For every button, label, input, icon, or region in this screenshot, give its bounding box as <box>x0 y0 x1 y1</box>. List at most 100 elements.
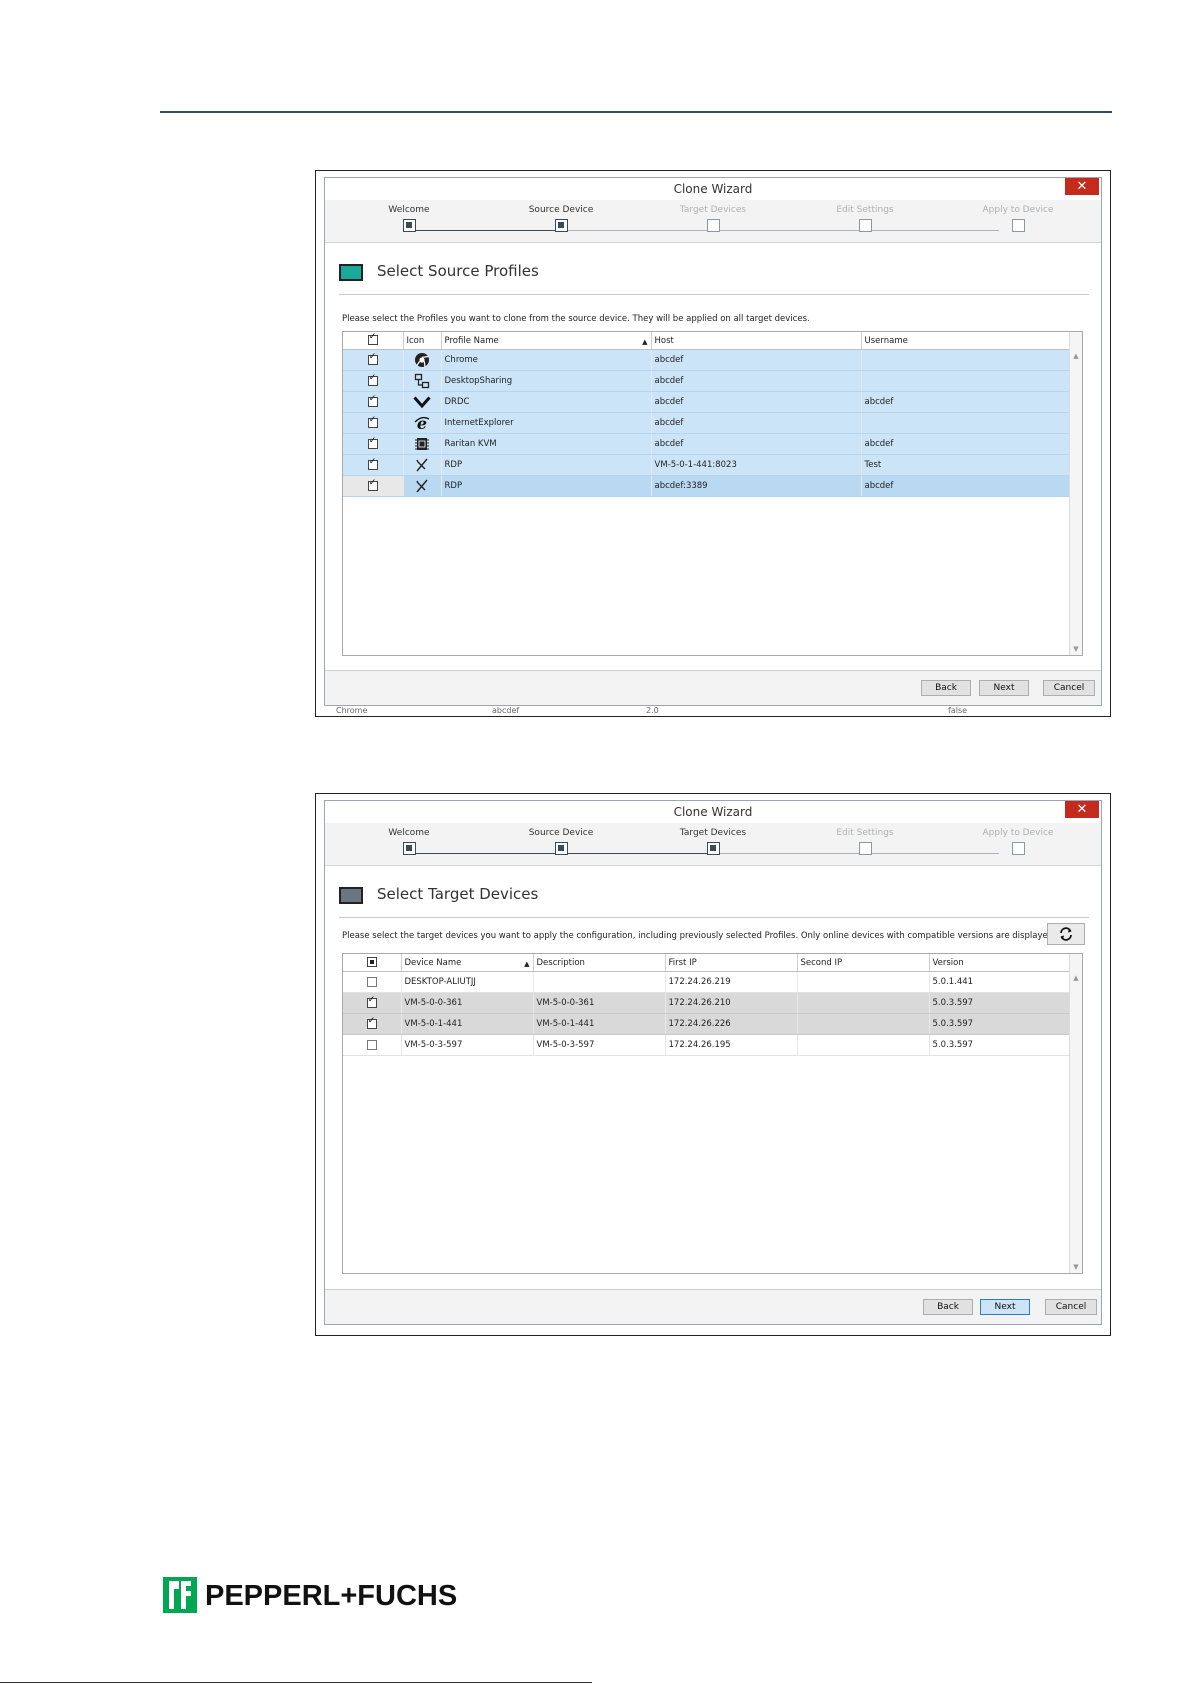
profile-username <box>861 349 1070 371</box>
title-bar: Clone Wizard ✕ <box>325 801 1101 823</box>
page-bottom-rule <box>0 1682 592 1683</box>
profile-username: abcdef <box>861 391 1070 413</box>
row-checkbox[interactable] <box>366 976 377 987</box>
step-marker <box>554 219 568 232</box>
row-checkbox[interactable] <box>367 478 378 491</box>
device-version: 5.0.3.597 <box>929 1013 1070 1035</box>
column-header-username[interactable]: Username <box>861 332 1070 350</box>
profile-name: Raritan KVM <box>441 433 652 455</box>
profile-username: abcdef <box>861 475 1070 497</box>
device-name: VM-5-0-1-441 <box>401 1013 534 1035</box>
profile-name: RDP <box>441 475 652 497</box>
profile-name: DRDC <box>441 391 652 413</box>
select-all-checkbox-header[interactable] <box>343 332 404 350</box>
device-name: VM-5-0-0-361 <box>401 992 534 1014</box>
table-row[interactable]: DesktopSharing abcdef <box>343 370 1070 392</box>
column-header-icon[interactable]: Icon <box>403 332 442 350</box>
step-welcome: Welcome <box>349 200 469 232</box>
rdp-icon <box>416 479 428 493</box>
refresh-button[interactable] <box>1047 923 1085 945</box>
next-button[interactable]: Next <box>980 1299 1030 1315</box>
profile-host: VM-5-0-1-441:8023 <box>651 454 862 476</box>
device-version: 5.0.1.441 <box>929 971 1070 993</box>
profiles-grid: Icon Profile Name▲ Host Username Chrome … <box>342 331 1083 656</box>
table-row[interactable]: Raritan KVM abcdef abcdef <box>343 433 1070 455</box>
close-button[interactable]: ✕ <box>1065 801 1099 818</box>
step-marker <box>1011 219 1025 232</box>
column-header-host[interactable]: Host <box>651 332 862 350</box>
scroll-up-icon[interactable]: ▲ <box>1070 974 1082 982</box>
table-row[interactable]: VM-5-0-0-361 VM-5-0-0-361 172.24.26.210 … <box>343 992 1070 1014</box>
column-header-first-ip[interactable]: First IP <box>665 954 798 972</box>
column-header-device-name[interactable]: Device Name ▲ <box>401 954 534 972</box>
scroll-down-icon[interactable]: ▼ <box>1070 1263 1082 1271</box>
table-row[interactable]: RDP VM-5-0-1-441:8023 Test <box>343 454 1070 476</box>
table-row[interactable]: e InternetExplorer abcdef <box>343 412 1070 434</box>
instruction-text: Please select the target devices you wan… <box>342 931 1056 941</box>
row-checkbox[interactable] <box>367 394 378 407</box>
select-all-checkbox[interactable] <box>366 957 377 968</box>
instruction-text: Please select the Profiles you want to c… <box>342 314 810 324</box>
internet-explorer-icon: e <box>414 414 430 432</box>
column-header-version[interactable]: Version <box>929 954 1070 972</box>
column-header-description[interactable]: Description <box>533 954 666 972</box>
row-checkbox[interactable] <box>367 457 378 470</box>
select-all-checkbox[interactable] <box>367 332 378 346</box>
column-header-second-ip[interactable]: Second IP <box>797 954 930 972</box>
device-version: 5.0.3.597 <box>929 992 1070 1014</box>
svg-text:e: e <box>417 414 427 432</box>
cancel-button[interactable]: Cancel <box>1045 1299 1097 1315</box>
cancel-button[interactable]: Cancel <box>1043 680 1095 696</box>
wizard-footer: Back Next Cancel <box>325 670 1101 705</box>
row-checkbox[interactable] <box>366 1039 377 1050</box>
next-button[interactable]: Next <box>979 680 1029 696</box>
profile-host: abcdef <box>651 412 862 434</box>
row-checkbox[interactable] <box>367 415 378 428</box>
close-button[interactable]: ✕ <box>1065 178 1099 195</box>
table-row[interactable]: VM-5-0-3-597 VM-5-0-3-597 172.24.26.195 … <box>343 1034 1070 1056</box>
table-row[interactable]: DRDC abcdef abcdef <box>343 391 1070 413</box>
scroll-up-icon[interactable]: ▲ <box>1070 352 1082 360</box>
device-second-ip <box>797 1034 930 1056</box>
step-source-device: Source Device <box>501 200 621 232</box>
step-edit-settings: Edit Settings <box>805 823 925 855</box>
back-button[interactable]: Back <box>921 680 971 696</box>
row-checkbox[interactable] <box>367 373 378 386</box>
desktop-sharing-icon <box>414 373 430 389</box>
row-checkbox[interactable] <box>366 995 377 1008</box>
device-description: VM-5-0-3-597 <box>533 1034 666 1056</box>
profile-host: abcdef <box>651 391 862 413</box>
profile-name: DesktopSharing <box>441 370 652 392</box>
window-title: Clone Wizard <box>673 182 753 196</box>
device-first-ip: 172.24.26.210 <box>665 992 798 1014</box>
row-checkbox[interactable] <box>366 1016 377 1029</box>
wizard-stepper: Welcome Source Device Target Devices Edi… <box>325 823 1101 866</box>
select-all-checkbox-header[interactable] <box>343 954 402 972</box>
vertical-scrollbar[interactable]: ▲ ▼ <box>1069 954 1082 1273</box>
device-first-ip: 172.24.26.219 <box>665 971 798 993</box>
table-row[interactable]: VM-5-0-1-441 VM-5-0-1-441 172.24.26.226 … <box>343 1013 1070 1035</box>
profile-username: abcdef <box>861 433 1070 455</box>
device-second-ip <box>797 992 930 1014</box>
step-marker <box>402 842 416 855</box>
device-first-ip: 172.24.26.226 <box>665 1013 798 1035</box>
back-button[interactable]: Back <box>923 1299 973 1315</box>
scroll-down-icon[interactable]: ▼ <box>1070 645 1082 653</box>
screenshot-select-target-devices: Clone Wizard ✕ Welcome Source Device Tar… <box>315 793 1111 1336</box>
row-checkbox[interactable] <box>367 436 378 449</box>
vertical-scrollbar[interactable]: ▲ ▼ <box>1069 332 1082 655</box>
profile-host: abcdef:3389 <box>651 475 862 497</box>
refresh-icon <box>1060 926 1072 941</box>
profile-host: abcdef <box>651 370 862 392</box>
step-marker <box>706 842 720 855</box>
row-checkbox[interactable] <box>367 352 378 365</box>
wizard-stepper: Welcome Source Device Target Devices Edi… <box>325 200 1101 243</box>
devices-section-icon <box>339 887 363 904</box>
profile-username <box>861 370 1070 392</box>
table-row[interactable]: RDP abcdef:3389 abcdef <box>343 475 1070 497</box>
table-row[interactable]: Chrome abcdef <box>343 349 1070 371</box>
window-title: Clone Wizard <box>673 805 753 819</box>
table-row[interactable]: DESKTOP-ALIUTJJ 172.24.26.219 5.0.1.441 <box>343 971 1070 993</box>
column-header-profile-name[interactable]: Profile Name ▲ <box>441 332 652 350</box>
section-title: Select Target Devices <box>377 885 539 903</box>
